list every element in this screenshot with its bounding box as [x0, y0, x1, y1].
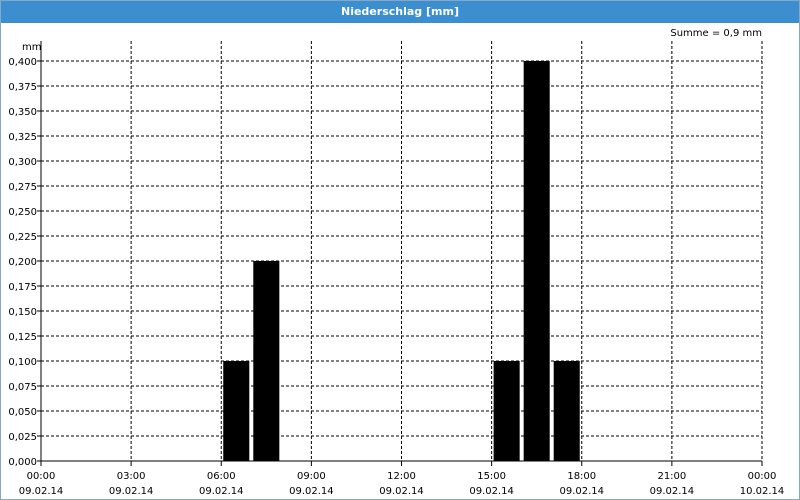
- precipitation-bar: [493, 361, 520, 461]
- y-tick-label: 0,300: [8, 157, 37, 168]
- x-axis-ticks: 00:00 09.02.14 03:00 09.02.14 06:00 09.02.14 0…: [19, 461, 785, 497]
- y-tick-label: 0,275: [8, 182, 37, 193]
- y-tick-label: 0,375: [8, 82, 37, 93]
- x-tick-date-label: 10.02.14: [740, 486, 785, 497]
- x-tick-date-label: 09.02.14: [19, 486, 64, 497]
- y-tick-label: 0,175: [8, 282, 37, 293]
- precipitation-chart: mm Summe = 0,9 mm 0,0000,0250,0500,0750,…: [8, 28, 785, 497]
- y-axis-unit-label: mm: [22, 42, 41, 53]
- x-tick-date-label: 09.02.14: [469, 486, 514, 497]
- y-tick-label: 0,325: [8, 132, 37, 143]
- x-tick-time-label: 00:00: [27, 471, 56, 482]
- y-tick-label: 0,400: [8, 57, 37, 68]
- y-tick-label: 0,125: [8, 332, 37, 343]
- y-tick-label: 0,250: [8, 207, 37, 218]
- x-tick-time-label: 03:00: [117, 471, 146, 482]
- x-tick-time-label: 15:00: [477, 471, 506, 482]
- precipitation-bar: [523, 61, 550, 461]
- x-tick-time-label: 00:00: [748, 471, 777, 482]
- y-tick-label: 0,000: [8, 457, 37, 468]
- x-tick-time-label: 09:00: [297, 471, 326, 482]
- y-tick-label: 0,050: [8, 407, 37, 418]
- grid-lines: [41, 41, 763, 461]
- y-tick-label: 0,225: [8, 232, 37, 243]
- y-tick-label: 0,100: [8, 357, 37, 368]
- y-tick-label: 0,025: [8, 432, 37, 443]
- precipitation-bar: [253, 261, 280, 461]
- y-axis-ticks: 0,000 0,025 0,050 0,075 0,100 0,125 0,150 0,175…: [8, 57, 41, 468]
- sum-annotation: Summe = 0,9 mm: [670, 28, 762, 39]
- x-tick-time-label: 06:00: [207, 471, 236, 482]
- x-tick-time-label: 21:00: [657, 471, 686, 482]
- x-tick-date-label: 09.02.14: [379, 486, 424, 497]
- x-tick-time-label: 12:00: [387, 471, 416, 482]
- y-tick-label: 0,350: [8, 107, 37, 118]
- precipitation-bar: [223, 361, 250, 461]
- x-tick-date-label: 09.02.14: [650, 486, 695, 497]
- x-tick-date-label: 09.02.14: [559, 486, 604, 497]
- y-tick-label: 0,200: [8, 257, 37, 268]
- x-tick-date-label: 09.02.14: [289, 486, 334, 497]
- y-tick-label: 0,150: [8, 307, 37, 318]
- y-tick-label: 0,075: [8, 382, 37, 393]
- x-tick-date-label: 09.02.14: [199, 486, 244, 497]
- x-tick-date-label: 09.02.14: [109, 486, 154, 497]
- precipitation-bar: [553, 361, 580, 461]
- x-tick-time-label: 18:00: [567, 471, 596, 482]
